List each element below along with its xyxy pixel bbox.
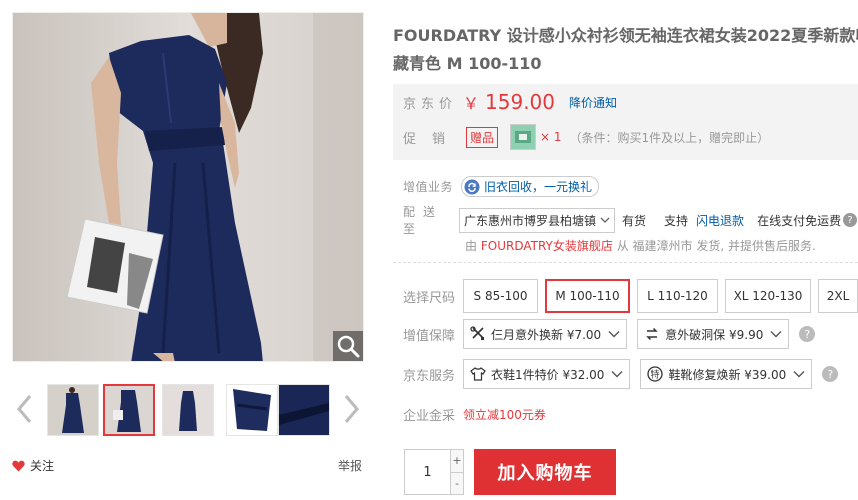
chevron-right-icon xyxy=(344,395,359,423)
product-variant: 藏青色 M 100-110 xyxy=(393,54,542,73)
chevron-left-icon xyxy=(17,395,32,423)
help-icon[interactable]: ? xyxy=(843,213,858,227)
thumbnail-image xyxy=(105,386,153,434)
guarantee-row: 增值保障 仨月意外换新 ¥7.00 意外破洞保 ¥9.90 ? xyxy=(403,319,816,349)
delivery-label: 配送至 xyxy=(403,205,444,236)
region-value: 广东惠州市博罗县柏塘镇 xyxy=(464,213,597,228)
delivery-row: 配送至 广东惠州市博罗县柏塘镇 有货 支持 闪电退款 在线支付免运费 ? xyxy=(403,203,858,237)
thumbnail-5[interactable] xyxy=(278,384,330,436)
recycle-chip[interactable]: 旧衣回收，一元换礼 xyxy=(461,176,600,197)
online-pay-label: 在线支付免运费 xyxy=(757,213,842,228)
quantity-buttons: + - xyxy=(450,450,463,494)
thumbnail-1[interactable] xyxy=(47,384,99,436)
svg-text:特: 特 xyxy=(651,369,660,381)
quantity-increase-button[interactable]: + xyxy=(451,450,463,473)
shop-suffix: 从 福建漳州市 发货, 并提供售后服务. xyxy=(616,239,816,253)
chevron-down-icon xyxy=(770,331,782,338)
thumbnail-strip xyxy=(12,383,364,439)
zoom-button[interactable] xyxy=(333,331,363,361)
size-option-s[interactable]: S 85-100 xyxy=(463,279,538,313)
thumbnail-next-button[interactable] xyxy=(340,389,364,429)
size-label: 选择尺码 xyxy=(403,290,456,306)
chevron-down-icon xyxy=(611,371,623,378)
value-added-row: 增值业务 旧衣回收，一元换礼 xyxy=(403,176,600,197)
service-option-clothes[interactable]: 衣鞋1件特价 ¥32.00 xyxy=(463,359,631,389)
quantity-decrease-button[interactable]: - xyxy=(451,472,463,494)
follow-label: 关注 xyxy=(30,459,55,473)
quantity-input[interactable] xyxy=(405,450,450,494)
follow-button[interactable]: 关注 xyxy=(12,457,54,474)
chevron-down-icon xyxy=(793,371,805,378)
thumbnail-image xyxy=(48,385,98,435)
thumbnail-image xyxy=(163,385,213,435)
gift-image-icon xyxy=(511,125,536,149)
thumbnail-2[interactable] xyxy=(103,384,155,436)
thumbnail-3[interactable] xyxy=(162,384,214,436)
size-option-2xl[interactable]: 2XL xyxy=(818,279,858,313)
enterprise-coupon-link[interactable]: 领立减100元券 xyxy=(463,406,546,423)
size-option-xl[interactable]: XL 120-130 xyxy=(725,279,811,313)
currency-symbol: ￥ xyxy=(463,94,480,113)
tools-icon xyxy=(470,326,484,340)
special-badge-icon: 特 xyxy=(647,366,664,382)
guarantee-option-replace[interactable]: 仨月意外换新 ¥7.00 xyxy=(463,319,628,349)
service-option-shoe-repair[interactable]: 特 鞋靴修复焕新 ¥39.00 xyxy=(640,359,813,389)
price-drop-notify-link[interactable]: 降价通知 xyxy=(569,94,617,111)
report-link[interactable]: 举报 xyxy=(338,457,362,474)
product-title: FOURDATRY 设计感小众衬衫领无袖连衣裙女装2022夏季新款收腰 xyxy=(393,26,858,45)
service-help-icon[interactable]: ? xyxy=(822,366,839,382)
service-option-label: 衣鞋1件特价 ¥32.00 xyxy=(491,367,605,382)
add-to-cart-button[interactable]: 加入购物车 xyxy=(474,449,616,495)
enterprise-label: 企业金采 xyxy=(403,409,456,424)
price-summary: 京东价 ￥ 159.00 降价通知 促销 赠品 × 1 （条件：购买1件及以上，… xyxy=(393,84,858,160)
size-option-l[interactable]: L 110-120 xyxy=(637,279,718,313)
jd-service-label: 京东服务 xyxy=(403,368,456,384)
shop-prefix: 由 xyxy=(465,239,478,253)
divider xyxy=(393,262,858,263)
shirt-icon xyxy=(470,367,486,381)
jd-service-row: 京东服务 衣鞋1件特价 ¥32.00 特 鞋靴修复焕新 ¥39.00 ? xyxy=(403,359,839,389)
size-row: 选择尺码 S 85-100 M 100-110 L 110-120 XL 120… xyxy=(403,279,858,313)
price: ￥ 159.00 xyxy=(463,90,555,114)
gift-tag: 赠品 xyxy=(466,126,499,148)
thumbnail-image xyxy=(227,385,277,435)
gift-condition: （条件：购买1件及以上，赠完即止） xyxy=(569,130,770,145)
guarantee-help-icon[interactable]: ? xyxy=(799,326,816,342)
guarantee-option-label: 仨月意外换新 ¥7.00 xyxy=(491,327,602,342)
price-value: 159.00 xyxy=(485,90,555,114)
price-label: 京东价 xyxy=(403,96,458,112)
gift-quantity: × 1 xyxy=(540,130,562,144)
chevron-down-icon xyxy=(600,217,610,223)
size-option-m[interactable]: M 100-110 xyxy=(545,279,630,313)
promotion-label: 促销 xyxy=(403,131,462,147)
stock-status: 有货 xyxy=(622,213,647,228)
thumbnail-4[interactable] xyxy=(226,384,278,436)
enterprise-row: 企业金采 领立减100元券 xyxy=(403,405,546,424)
magnifier-icon xyxy=(337,335,360,358)
flash-refund-link[interactable]: 闪电退款 xyxy=(696,212,744,229)
shop-link[interactable]: FOURDATRY女装旗舰店 xyxy=(481,239,613,253)
thumbnail-image xyxy=(279,385,329,435)
guarantee-option-hole[interactable]: 意外破洞保 ¥9.90 xyxy=(637,319,790,349)
swap-icon xyxy=(646,327,658,341)
thumbnail-prev-button[interactable] xyxy=(12,389,36,429)
quantity-stepper: + - xyxy=(404,449,464,495)
promotion-row: 促销 赠品 × 1 （条件：购买1件及以上，赠完即止） xyxy=(403,124,769,150)
chevron-down-icon xyxy=(608,331,620,338)
recycle-label: 旧衣回收，一元换礼 xyxy=(484,180,593,194)
value-added-label: 增值业务 xyxy=(403,180,454,194)
region-selector[interactable]: 广东惠州市博罗县柏塘镇 xyxy=(459,207,616,233)
support-label: 支持 xyxy=(664,213,689,228)
main-product-image[interactable] xyxy=(12,12,364,362)
service-option-label: 鞋靴修复焕新 ¥39.00 xyxy=(668,367,787,382)
price-row: 京东价 ￥ 159.00 降价通知 xyxy=(403,90,617,114)
dress-photo xyxy=(13,13,363,361)
shop-info: 由 FOURDATRY女装旗舰店 从 福建漳州市 发货, 并提供售后服务. xyxy=(465,237,816,254)
guarantee-label: 增值保障 xyxy=(403,328,456,344)
heart-icon xyxy=(12,460,25,471)
guarantee-option-label: 意外破洞保 ¥9.90 xyxy=(665,327,764,342)
recycle-icon xyxy=(464,179,480,194)
gift-thumbnail[interactable] xyxy=(510,124,537,150)
